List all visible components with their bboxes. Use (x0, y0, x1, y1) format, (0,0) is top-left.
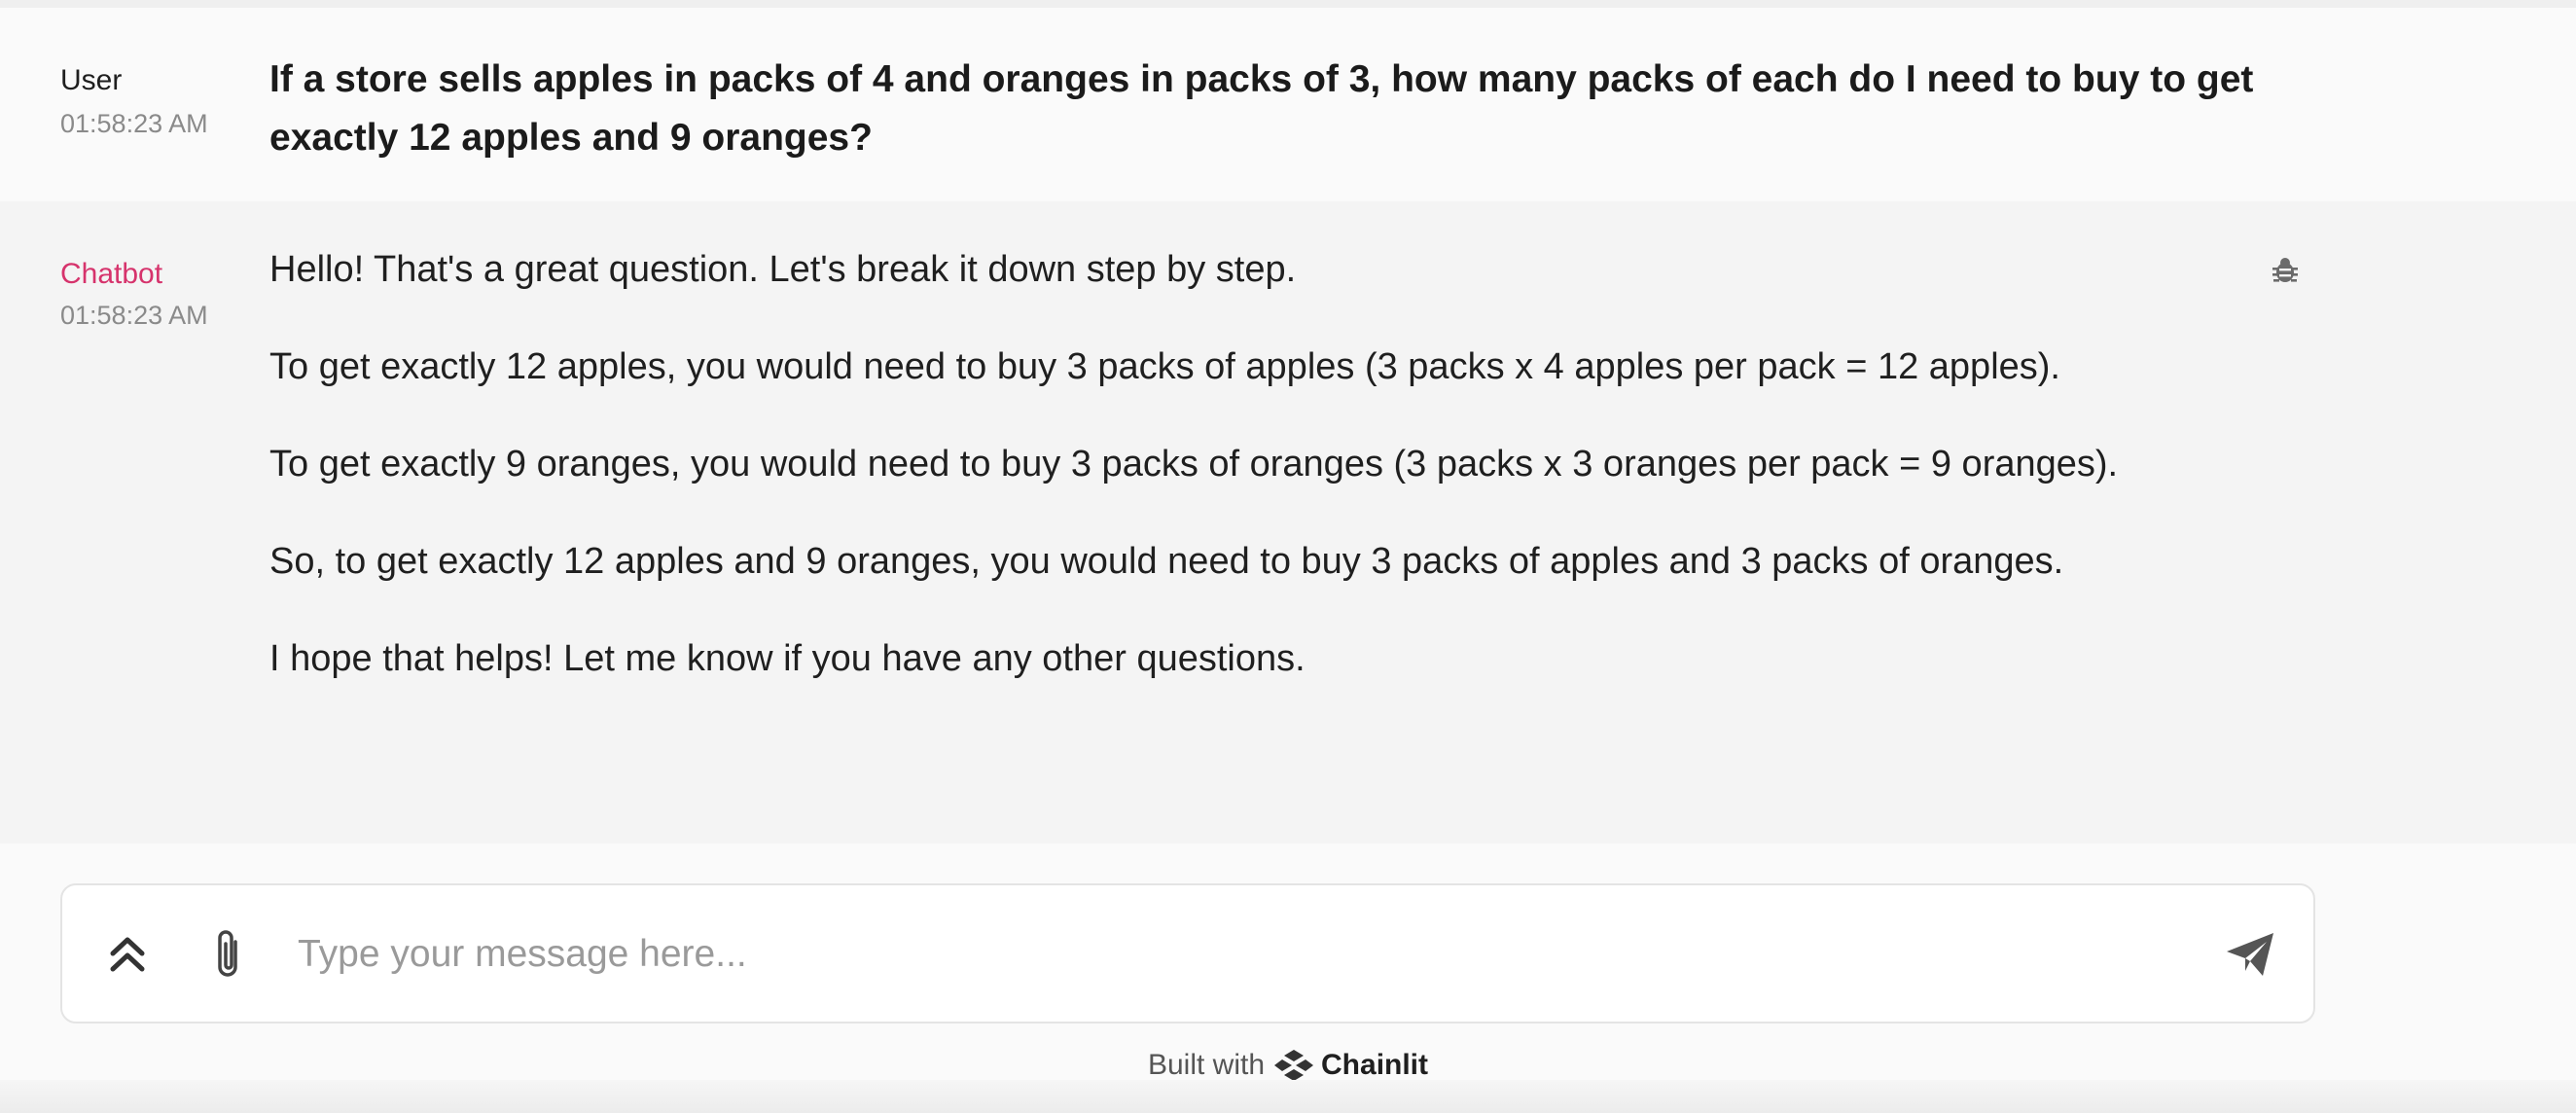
send-icon[interactable] (2224, 930, 2276, 979)
message-paragraph: I hope that helps! Let me know if you ha… (269, 638, 1306, 679)
message-input[interactable] (296, 915, 2148, 994)
bottom-shade (0, 1080, 2576, 1113)
message-paragraph: To get exactly 12 apples, you would need… (269, 346, 2060, 387)
message-author: Chatbot (60, 258, 163, 290)
message-content: If a store sells apples in packs of 4 an… (269, 58, 2254, 159)
chevrons-up-icon[interactable] (105, 930, 150, 977)
paperclip-icon[interactable] (206, 924, 249, 983)
message-author: User (60, 64, 123, 96)
bug-icon[interactable] (2270, 255, 2301, 286)
brand-link[interactable]: Chainlit (1274, 1048, 1428, 1083)
brand-name: Chainlit (1321, 1049, 1429, 1081)
message-paragraph: To get exactly 9 oranges, you would need… (269, 444, 2119, 485)
footer-prefix: Built with (1147, 1049, 1266, 1081)
user-message: User 01:58:23 AM If a store sells apples… (0, 8, 2576, 201)
message-paragraph: Hello! That's a great question. Let's br… (269, 249, 1297, 290)
message-timestamp: 01:58:23 AM (60, 109, 208, 138)
message-content: Hello! That's a great question. Let's br… (269, 240, 2273, 727)
message-timestamp: 01:58:23 AM (60, 301, 208, 330)
message-paragraph: So, to get exactly 12 apples and 9 orang… (269, 541, 2064, 582)
bot-message: Chatbot 01:58:23 AM Hello! That's a grea… (0, 201, 2576, 844)
top-strip (0, 0, 2576, 8)
chainlit-logo-icon (1274, 1050, 1314, 1081)
message-composer (60, 883, 2315, 1023)
